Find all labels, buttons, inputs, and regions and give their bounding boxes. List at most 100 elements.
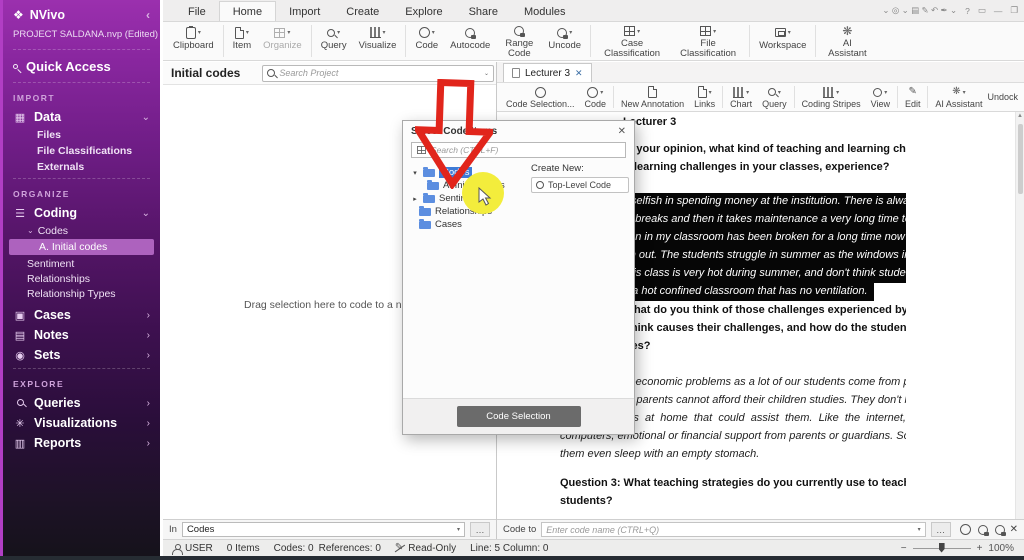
divider [13, 49, 150, 50]
brand-name: NVivo [30, 8, 65, 22]
code-to-input[interactable] [546, 525, 917, 535]
dialog-footer: Code Selection [403, 398, 634, 434]
data-grid-icon: ▦ [13, 111, 27, 124]
code-tag-icon[interactable] [978, 525, 988, 535]
sidebar-item-relationship-types[interactable]: Relationship Types [3, 286, 160, 301]
tab-import[interactable]: Import [276, 2, 333, 21]
browse-button[interactable]: … [470, 522, 490, 537]
view-button[interactable]: ▾ View [866, 85, 895, 110]
uncode-tag-icon[interactable] [995, 525, 1005, 535]
code-button[interactable]: ▾ Code [580, 85, 612, 110]
sidebar-item-file-classifications[interactable]: File Classifications [3, 143, 160, 159]
zoom-level: 100% [988, 543, 1014, 554]
ai-assistant-button[interactable]: ❋▾ AI Assistant [930, 85, 987, 110]
user-status: USER [173, 543, 213, 554]
visualize-button[interactable]: ▾ Visualize [353, 22, 403, 60]
sidebar-item-reports[interactable]: ▥ Reports › [3, 433, 160, 453]
sidebar-item-externals[interactable]: Externals [3, 159, 160, 175]
new-annotation-button[interactable]: New Annotation [616, 85, 689, 110]
sidebar-item-queries[interactable]: Queries › [3, 393, 160, 413]
case-classification-button[interactable]: ▾ Case Classification [594, 22, 670, 60]
query-button[interactable]: ▾ Query [757, 85, 792, 110]
zoom-out-icon[interactable]: − [901, 543, 907, 554]
sidebar-item-notes[interactable]: ▤ Notes › [3, 325, 160, 345]
zoom-control: − + 100% [901, 543, 1014, 554]
sidebar-item-sentiment[interactable]: Sentiment [3, 256, 160, 271]
codes-count: Codes: 0 [274, 543, 314, 554]
radio-icon[interactable] [536, 181, 544, 189]
tab-share[interactable]: Share [456, 2, 511, 21]
uncode-button[interactable]: ▾ Uncode [542, 22, 587, 60]
expand-closed-icon[interactable]: ▸ [411, 195, 419, 203]
chevron-down-icon: ⌄ [27, 226, 34, 235]
query-button[interactable]: ▾ Query [315, 22, 353, 60]
restore-icon[interactable]: ❐ [1010, 5, 1018, 16]
sidebar-item-coding[interactable]: ☰ Coding ⌄ [3, 203, 160, 223]
divider [13, 178, 150, 179]
close-code-bar-icon[interactable]: ✕ [1010, 524, 1018, 535]
sidebar-item-cases[interactable]: ▣ Cases › [3, 305, 160, 325]
tab-lecturer-3[interactable]: Lecturer 3 ✕ [503, 63, 592, 82]
links-button[interactable]: ▾ Links [689, 85, 720, 110]
tab-home[interactable]: Home [219, 1, 276, 21]
sidebar-item-files[interactable]: Files [3, 127, 160, 143]
scrollbar-thumb[interactable] [1018, 124, 1023, 194]
code-button[interactable]: ▾ Code [409, 22, 444, 60]
quick-toolbar-icons[interactable]: ⌄ ◎ ⌄ ▤ ✎ ↶ ✒ ⌄ [882, 5, 957, 16]
sidebar: ❖ NVivo ‹ PROJECT SALDANA.nvp (Edited) Q… [0, 0, 160, 560]
code-circle-icon[interactable] [960, 524, 971, 535]
sidebar-collapse-icon[interactable]: ‹ [146, 8, 150, 22]
sidebar-item-data[interactable]: ▦ Data ⌄ [3, 107, 160, 127]
undock-button[interactable]: Undock [987, 92, 1020, 102]
sidebar-item-initial-codes[interactable]: A. Initial codes [9, 239, 154, 255]
feedback-icon[interactable]: ▭ [978, 5, 986, 16]
top-level-code-option[interactable]: Top-Level Code [531, 177, 629, 193]
chart-button[interactable]: ▾ Chart [725, 85, 757, 110]
workspace-button[interactable]: ▾ Workspace [753, 22, 812, 60]
sidebar-item-relationships[interactable]: Relationships [3, 271, 160, 286]
clipboard-button[interactable]: ▾ Clipboard [167, 22, 220, 60]
chevron-down-icon[interactable]: ▾ [918, 526, 921, 533]
sidebar-item-codes[interactable]: ⌄ Codes [3, 223, 160, 238]
in-codes-select[interactable]: Codes ▾ [182, 522, 465, 537]
tree-item-cases[interactable]: Cases [403, 218, 634, 231]
minimize-icon[interactable]: — [994, 6, 1003, 16]
code-selection-submit-button[interactable]: Code Selection [457, 406, 581, 427]
document-tab-bar: Lecturer 3 ✕ [497, 62, 1024, 83]
sidebar-item-visualizations[interactable]: ✳ Visualizations › [3, 413, 160, 433]
links-icon [698, 86, 707, 98]
tab-create[interactable]: Create [333, 2, 392, 21]
close-tab-icon[interactable]: ✕ [575, 68, 583, 79]
zoom-slider-thumb[interactable] [939, 543, 945, 553]
scroll-up-icon[interactable]: ▲ [1017, 113, 1023, 119]
tab-file[interactable]: File [175, 2, 219, 21]
autocode-button[interactable]: Autocode [444, 22, 496, 60]
vertical-scrollbar[interactable]: ▲ [1015, 112, 1024, 519]
code-to-field[interactable]: ▾ [541, 522, 925, 537]
sidebar-item-sets[interactable]: ◉ Sets › [3, 345, 160, 365]
code-selection-button[interactable]: Code Selection... [501, 85, 580, 110]
search-input[interactable] [279, 68, 480, 78]
search-icon [267, 69, 275, 77]
close-icon[interactable]: ✕ [618, 126, 626, 137]
coding-stripes-button[interactable]: ▾ Coding Stripes [797, 85, 866, 110]
sidebar-item-quick-access[interactable]: Quick Access [3, 53, 160, 79]
ai-assistant-button[interactable]: ❋ AI Assistant [819, 22, 875, 60]
bar-chart-icon [370, 27, 381, 38]
range-code-button[interactable]: Range Code [496, 22, 542, 60]
browse-codes-button[interactable]: … [931, 522, 951, 537]
item-button[interactable]: ▾ Item [227, 22, 257, 60]
zoom-slider[interactable] [913, 548, 971, 549]
zoom-in-icon[interactable]: + [977, 543, 983, 554]
edit-button[interactable]: ✎ Edit [900, 85, 926, 110]
chevron-down-icon[interactable]: ⌄ [484, 70, 489, 77]
tab-explore[interactable]: Explore [392, 2, 455, 21]
ai-brain-icon: ❋ [842, 25, 852, 37]
help-icon[interactable]: ? [965, 6, 970, 16]
tree-item-relationships[interactable]: Relationships [403, 205, 634, 218]
tab-modules[interactable]: Modules [511, 2, 579, 21]
user-icon [173, 545, 180, 552]
tree-item-sentiment[interactable]: ▸ Sentiment [403, 192, 634, 205]
file-classification-button[interactable]: ▾ File Classification [670, 22, 746, 60]
visualizations-icon: ✳ [13, 417, 27, 430]
